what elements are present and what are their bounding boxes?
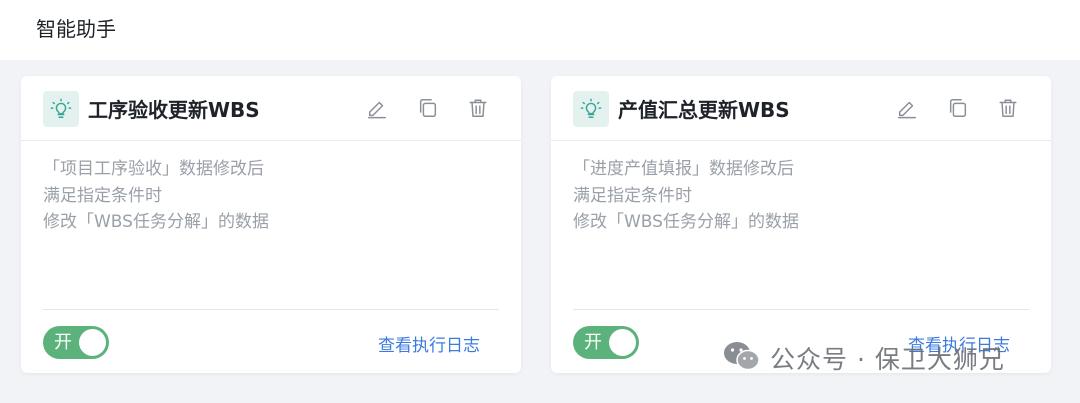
edit-icon[interactable] — [364, 94, 390, 122]
delete-icon[interactable] — [995, 94, 1021, 122]
automation-card: 工序验收更新WBS 「项目工序验收」数据修改后 满足指定条件时 修改「WBS任务… — [21, 76, 521, 373]
description-line: 「项目工序验收」数据修改后 — [43, 159, 264, 179]
lightbulb-icon — [573, 91, 609, 127]
description-line: 满足指定条件时 — [573, 185, 692, 206]
copy-icon[interactable] — [415, 94, 441, 122]
enable-toggle[interactable]: 开 — [43, 326, 109, 359]
toggle-knob — [609, 329, 636, 356]
toggle-label: 开 — [54, 332, 72, 353]
toggle-knob — [79, 329, 106, 356]
watermark: 公众号 · 保卫大狮兄 — [722, 338, 1005, 378]
delete-icon[interactable] — [465, 94, 491, 122]
page-title: 智能助手 — [36, 17, 116, 41]
edit-icon[interactable] — [894, 94, 920, 122]
copy-icon[interactable] — [945, 94, 971, 122]
description-line: 修改「WBS任务分解」的数据 — [573, 212, 799, 232]
toggle-label: 开 — [584, 332, 602, 353]
card-description: 「进度产值填报」数据修改后 满足指定条件时 修改「WBS任务分解」的数据 — [573, 156, 799, 236]
lightbulb-icon — [43, 91, 79, 127]
top-bar: 智能助手 — [0, 0, 1080, 60]
description-line: 「进度产值填报」数据修改后 — [573, 159, 794, 179]
automation-card: 产值汇总更新WBS 「进度产值填报」数据修改后 满足指定条件时 修改「WBS任务… — [551, 76, 1051, 373]
watermark-text: 公众号 · 保卫大狮兄 — [770, 345, 1005, 374]
card-description: 「项目工序验收」数据修改后 满足指定条件时 修改「WBS任务分解」的数据 — [43, 156, 269, 236]
enable-toggle[interactable]: 开 — [573, 326, 639, 359]
wechat-icon — [722, 339, 762, 377]
description-line: 满足指定条件时 — [43, 185, 162, 206]
description-line: 修改「WBS任务分解」的数据 — [43, 212, 269, 232]
card-divider — [573, 309, 1029, 310]
card-header: 产值汇总更新WBS — [551, 76, 1051, 141]
card-divider — [43, 309, 499, 310]
card-header: 工序验收更新WBS — [21, 76, 521, 141]
card-title: 产值汇总更新WBS — [618, 98, 790, 122]
card-title: 工序验收更新WBS — [88, 98, 260, 122]
view-log-link[interactable]: 查看执行日志 — [378, 331, 480, 356]
